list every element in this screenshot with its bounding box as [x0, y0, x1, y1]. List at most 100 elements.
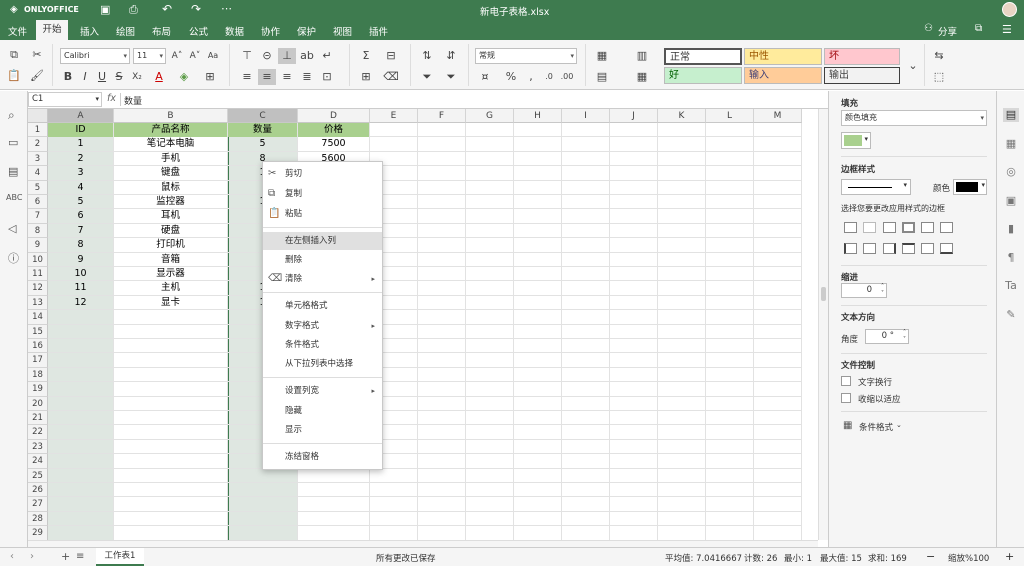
table-cell[interactable]: 5	[48, 195, 113, 209]
cell-settings-icon[interactable]: ▤	[1003, 108, 1019, 122]
insert-table-icon[interactable]: ▦	[593, 48, 611, 64]
table-cell[interactable]: 硬盘	[114, 224, 227, 238]
about-icon[interactable]: ⓘ	[8, 250, 19, 266]
table-template-icon[interactable]: ▦	[633, 69, 651, 85]
copy-icon[interactable]: ⧉	[5, 47, 23, 63]
textart-settings-icon[interactable]: Ta	[1003, 279, 1019, 293]
menu-cell-format[interactable]: 单元格格式	[263, 297, 382, 315]
border-bottom-icon[interactable]	[940, 243, 953, 254]
menu-insert[interactable]: 插入	[80, 24, 99, 38]
save-icon[interactable]: ▣	[100, 3, 110, 16]
column-header-g[interactable]: G	[466, 109, 514, 123]
comments-icon[interactable]: ▭	[8, 136, 18, 149]
table-header-cell[interactable]: 数量	[228, 123, 297, 138]
table-cell[interactable]: 5	[228, 137, 297, 151]
merge-cells-icon[interactable]: ⊡	[318, 69, 336, 85]
row-header-1[interactable]: 1	[28, 123, 48, 138]
zoom-out-icon[interactable]: −	[926, 550, 935, 563]
column-header-c[interactable]: C	[228, 109, 298, 123]
scroll-last-icon[interactable]: ›	[30, 551, 34, 562]
indent-input[interactable]: 0 ˄ ˅	[841, 283, 887, 298]
comma-icon[interactable]: ,	[522, 69, 540, 85]
menu-plugins[interactable]: 插件	[369, 24, 388, 38]
add-sheet-icon[interactable]: +	[61, 550, 70, 563]
conditional-format-icon[interactable]: ▥	[633, 48, 651, 64]
user-avatar[interactable]	[1002, 2, 1017, 17]
sheet-tab[interactable]: 工作表1	[96, 548, 144, 566]
border-diag-up-icon[interactable]	[921, 222, 934, 233]
border-hcenter-icon[interactable]	[921, 243, 934, 254]
fx-label[interactable]: fx	[107, 93, 116, 104]
wrap-text-checkbox[interactable]	[841, 376, 851, 386]
paragraph-settings-icon[interactable]: ¶	[1003, 251, 1019, 265]
clear-icon[interactable]: ⌫	[382, 69, 400, 85]
font-size-select[interactable]: 11 ▾	[133, 48, 166, 64]
column-header-e[interactable]: E	[370, 109, 418, 123]
row-header-8[interactable]: 8	[28, 223, 48, 239]
row-header-27[interactable]: 27	[28, 497, 48, 512]
name-box[interactable]: C1 ▾	[28, 92, 102, 107]
settings-icon[interactable]: ☰	[1002, 23, 1012, 36]
table-cell[interactable]: 鼠标	[114, 181, 227, 195]
row-header-23[interactable]: 23	[28, 439, 48, 455]
increase-decimal-icon[interactable]: .00	[558, 69, 576, 85]
row-header-25[interactable]: 25	[28, 468, 48, 483]
vertical-scrollbar[interactable]	[818, 109, 828, 540]
search-icon[interactable]: ⌕	[8, 108, 15, 123]
table-cell[interactable]: 2	[48, 152, 113, 166]
column-header-l[interactable]: L	[706, 109, 754, 123]
table-cell[interactable]: 9	[48, 253, 113, 267]
select-all-corner[interactable]	[28, 109, 48, 123]
column-header-f[interactable]: F	[418, 109, 466, 123]
table-cell[interactable]: 打印机	[114, 238, 227, 252]
shape-settings-icon[interactable]: ◎	[1003, 165, 1019, 179]
sheet-list-icon[interactable]: ≡	[76, 551, 84, 562]
style-input[interactable]: 输入	[744, 67, 822, 84]
border-line-select[interactable]: ▾	[841, 179, 911, 195]
menu-copy[interactable]: ⧉ 复制	[263, 185, 382, 203]
table-cell[interactable]: 键盘	[114, 166, 227, 180]
menu-clear[interactable]: ⌫ 清除 ▸	[263, 270, 382, 288]
row-header-5[interactable]: 5	[28, 180, 48, 195]
signature-settings-icon[interactable]: ✎	[1003, 308, 1019, 322]
row-header-12[interactable]: 12	[28, 281, 48, 296]
feedback-icon[interactable]: ◁	[8, 222, 16, 235]
row-header-13[interactable]: 13	[28, 295, 48, 311]
column-header-i[interactable]: I	[562, 109, 610, 123]
table-settings-icon[interactable]: ▦	[1003, 137, 1019, 151]
menu-column-width[interactable]: 设置列宽 ▸	[263, 382, 382, 400]
style-bad[interactable]: 坏	[824, 48, 900, 65]
style-normal[interactable]: 正常	[664, 48, 742, 65]
menu-layout[interactable]: 布局	[152, 24, 171, 38]
column-header-k[interactable]: K	[658, 109, 706, 123]
justify-icon[interactable]: ≣	[298, 69, 316, 85]
menu-view[interactable]: 视图	[333, 24, 352, 38]
paste-icon[interactable]: 📋	[5, 68, 23, 84]
border-none-icon[interactable]	[863, 222, 876, 233]
row-header-18[interactable]: 18	[28, 367, 48, 383]
insert-cells-icon[interactable]: ⊞	[357, 69, 375, 85]
table-cell[interactable]: 12	[48, 296, 113, 310]
select-all-icon[interactable]: ⬚	[930, 69, 948, 85]
table-cell[interactable]: 监控器	[114, 195, 227, 209]
menu-paste[interactable]: 📋 粘贴	[263, 205, 382, 223]
underline-icon[interactable]: U	[93, 69, 111, 85]
table-cell[interactable]: 11	[48, 281, 113, 295]
table-cell[interactable]: 6	[48, 209, 113, 223]
row-header-2[interactable]: 2	[28, 137, 48, 152]
table-cell[interactable]: 主机	[114, 281, 227, 295]
undo-icon[interactable]: ↶	[162, 2, 172, 16]
fill-color-picker[interactable]: ▾	[841, 132, 871, 149]
autosum-icon[interactable]: Σ	[357, 48, 375, 64]
row-header-14[interactable]: 14	[28, 310, 48, 325]
row-header-15[interactable]: 15	[28, 324, 48, 339]
align-right-icon[interactable]: ≡	[278, 69, 296, 85]
accounting-icon[interactable]: ¤	[476, 69, 494, 85]
style-output[interactable]: 输出	[824, 67, 900, 84]
column-header-b[interactable]: B	[114, 109, 228, 123]
formula-input[interactable]: 数量	[124, 94, 142, 107]
table-cell[interactable]: 10	[48, 267, 113, 281]
scroll-first-icon[interactable]: ‹	[10, 551, 14, 562]
wrap-text-icon[interactable]: ↵	[318, 48, 336, 64]
border-diag-down-icon[interactable]	[940, 222, 953, 233]
